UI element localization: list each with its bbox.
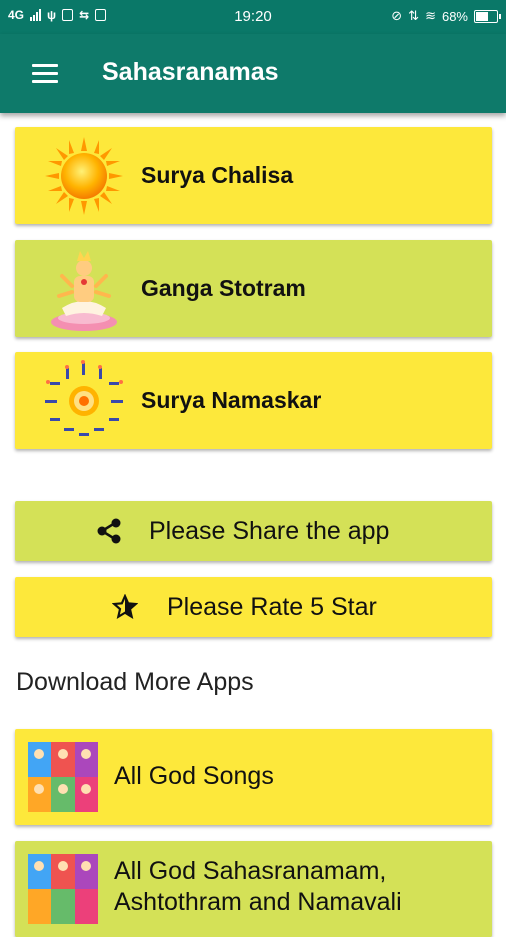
list-item-label: Ganga Stotram	[141, 275, 306, 301]
list-item-ganga-stotram[interactable]: Ganga Stotram	[15, 240, 492, 337]
list-item-label: Surya Namaskar	[141, 387, 322, 413]
wifi-icon: ≋	[425, 8, 436, 23]
battery-percent: 68%	[441, 8, 468, 24]
share-app-button[interactable]: Please Share the app	[15, 501, 492, 561]
mute-icon: ⊘	[391, 8, 403, 23]
hd-signal-icon: ⇅	[408, 8, 420, 23]
more-app-label-line2: Ashtothram and Namavali	[114, 888, 402, 916]
status-right-icons: ⊘ ⇅ ≋ 68%	[391, 8, 501, 24]
rate-app-label: Please Rate 5 Star	[167, 592, 377, 621]
gods-collage-image	[28, 854, 98, 924]
more-app-sahasranamam[interactable]: All God Sahasranamam, Ashtothram and Nam…	[15, 841, 492, 937]
more-app-all-god-songs[interactable]: All God Songs	[15, 729, 492, 825]
more-app-label: All God Songs	[114, 762, 274, 790]
list-item-surya-namaskar[interactable]: Surya Namaskar	[15, 352, 492, 449]
more-apps-heading: Download More Apps	[16, 668, 254, 696]
gods-collage-image	[28, 742, 98, 812]
page-title: Sahasranamas	[102, 58, 279, 86]
surya-namaskar-poses-image	[42, 360, 126, 442]
app-bar: Sahasranamas	[0, 34, 506, 113]
hamburger-menu-icon[interactable]	[32, 64, 58, 84]
battery-icon	[474, 9, 501, 23]
more-app-label-line1: All God Sahasranamam,	[114, 857, 387, 885]
status-bar: 4G ψ ⇆ 19:20 ⊘ ⇅ ≋ 68%	[0, 0, 506, 34]
goddess-image	[47, 246, 121, 332]
sun-image	[45, 137, 123, 215]
list-item-label: Surya Chalisa	[141, 162, 294, 188]
share-icon	[95, 517, 123, 545]
share-app-label: Please Share the app	[149, 516, 390, 545]
rate-app-button[interactable]: Please Rate 5 Star	[15, 577, 492, 637]
star-icon	[111, 593, 139, 620]
list-item-surya-chalisa[interactable]: Surya Chalisa	[15, 127, 492, 224]
battery-fill	[476, 11, 489, 21]
